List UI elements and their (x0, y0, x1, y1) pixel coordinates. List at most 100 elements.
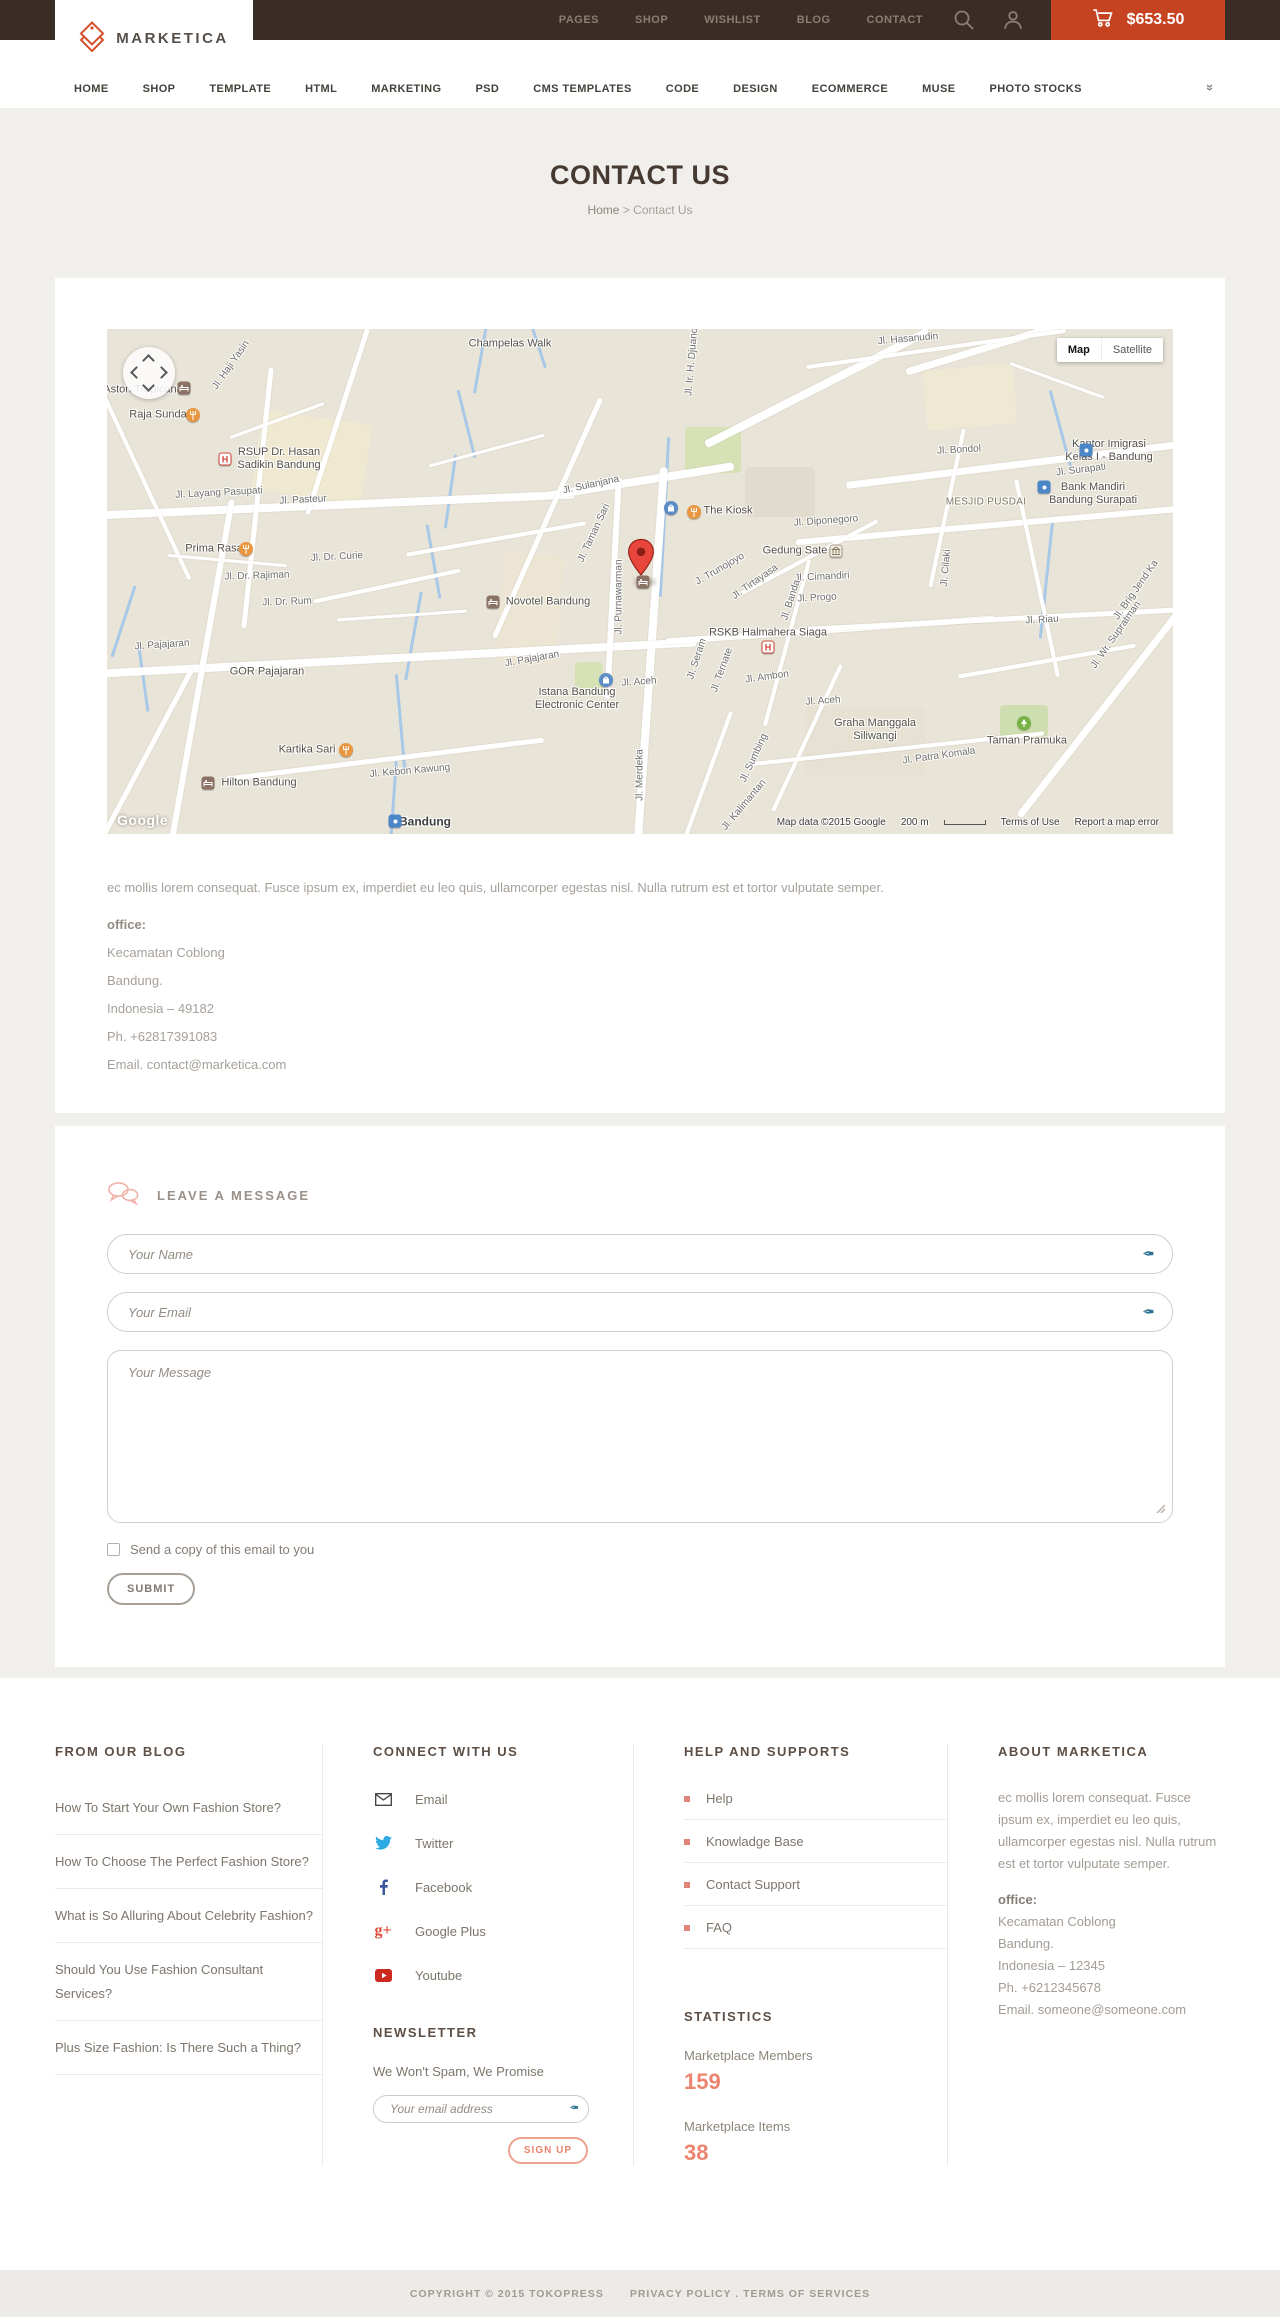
map-poi (186, 408, 200, 422)
policy-links[interactable]: PRIVACY POLICY . TERMS OF SERVICES (630, 2288, 870, 2300)
map-label: Prima Rasa (185, 543, 242, 556)
header-nav-item[interactable]: SHOP (635, 14, 668, 26)
map-road (428, 433, 546, 468)
header-nav-item[interactable]: CONTACT (867, 14, 923, 26)
about-address-line: Indonesia – 12345 (998, 1958, 1105, 1973)
category-nav-item[interactable]: DESIGN (733, 83, 778, 95)
category-nav-item[interactable]: CMS TEMPLATES (533, 83, 632, 95)
restaurant-poi-icon (186, 408, 200, 422)
map-type-satellite-button[interactable]: Satellite (1100, 338, 1163, 362)
category-nav-item[interactable]: PHOTO STOCKS (989, 83, 1081, 95)
account-icon[interactable] (1003, 10, 1023, 30)
office-address-line: Indonesia – 49182 (107, 1001, 214, 1016)
category-nav-item[interactable]: ECOMMERCE (812, 83, 888, 95)
map-pin-icon[interactable] (627, 538, 655, 589)
search-icon[interactable] (953, 9, 975, 31)
map-scale-bar (943, 820, 986, 825)
pan-down-icon[interactable] (142, 379, 155, 392)
terms-of-use-link[interactable]: Terms of Use (1001, 817, 1060, 828)
map-road (1014, 478, 1060, 678)
more-categories-chevron-icon[interactable]: » (1203, 84, 1218, 91)
send-copy-checkbox[interactable] (107, 1543, 120, 1556)
map-label: Kantor Imigrasi Kelas I - Bandung (1065, 438, 1152, 464)
map-label: Jl. Purnawarman (613, 559, 626, 634)
email-icon (373, 1792, 393, 1806)
map-type-map-button[interactable]: Map (1056, 338, 1101, 362)
brand-logo[interactable]: MARKETICA (55, 0, 253, 77)
map-road (703, 329, 931, 449)
about-address-line: Bandung. (998, 1936, 1054, 1951)
report-map-error-link[interactable]: Report a map error (1075, 817, 1159, 828)
map-river (425, 524, 442, 599)
pan-left-icon[interactable] (130, 366, 143, 379)
breadcrumb-home[interactable]: Home (587, 203, 619, 217)
social-link-youtube[interactable]: Youtube (373, 1965, 633, 1985)
social-link-label: Email (415, 1791, 448, 1807)
category-nav-item[interactable]: MARKETING (371, 83, 441, 95)
city-poi-icon (1079, 443, 1093, 457)
pan-right-icon[interactable] (155, 366, 168, 379)
signup-button[interactable]: SIGN UP (507, 2137, 588, 2164)
category-nav-item[interactable]: MUSE (922, 83, 955, 95)
help-link-label: Help (706, 1791, 733, 1806)
blog-post-link[interactable]: Plus Size Fashion: Is There Such a Thing… (55, 2021, 322, 2075)
office-address-line: Email. contact@marketica.com (107, 1057, 287, 1072)
map-label: Jl. Aceh (805, 693, 841, 708)
map-label: Jl. Ternate (708, 646, 736, 694)
cart-total: $653.50 (1126, 11, 1185, 28)
map-label: Jl. Bondol (937, 442, 982, 457)
blog-post-link[interactable]: How To Start Your Own Fashion Store? (55, 1781, 322, 1835)
email-input[interactable] (107, 1292, 1173, 1332)
map-label-line: Jl. Ternate (708, 646, 736, 694)
map-poi (201, 776, 215, 790)
header-nav-item[interactable]: BLOG (797, 14, 831, 26)
header-nav-item[interactable]: PAGES (559, 14, 599, 26)
help-link[interactable]: Contact Support (684, 1863, 947, 1906)
map-poi (1037, 480, 1051, 494)
google-map[interactable]: Map Satellite Google Map data ©2015 Goog… (107, 329, 1173, 834)
resize-handle-icon[interactable] (1155, 1500, 1166, 1518)
social-link-email[interactable]: Email (373, 1789, 633, 1809)
map-poi (177, 381, 191, 395)
map-label: Jl. Dr. Curie (311, 549, 364, 565)
social-link-twitter[interactable]: Twitter (373, 1833, 633, 1853)
cart-button[interactable]: $653.50 (1051, 0, 1225, 40)
message-textarea[interactable] (107, 1350, 1173, 1523)
blog-post-link[interactable]: How To Choose The Perfect Fashion Store? (55, 1835, 322, 1889)
map-label-line: Kantor Imigrasi (1072, 438, 1146, 450)
category-nav-item[interactable]: TEMPLATE (209, 83, 271, 95)
map-label-line: Jl. Sumbing (737, 731, 771, 785)
map-label: Jl. Tirtayasa (729, 561, 780, 602)
help-link[interactable]: Knowladge Base (684, 1820, 947, 1863)
category-nav-item[interactable]: CODE (666, 83, 699, 95)
newsletter-tagline: We Won't Spam, We Promise (373, 2064, 544, 2079)
map-label: Taman Pramuka (987, 735, 1067, 748)
map-poi (687, 505, 701, 519)
bullet-icon (684, 1795, 690, 1802)
help-link[interactable]: FAQ (684, 1906, 947, 1949)
category-nav-item[interactable]: HTML (305, 83, 337, 95)
blog-post-link[interactable]: What is So Alluring About Celebrity Fash… (55, 1889, 322, 1943)
map-label-line: Jl. Dr. Curie (310, 550, 364, 564)
social-link-gplus[interactable]: g+ Google Plus (373, 1921, 633, 1941)
name-input[interactable] (107, 1234, 1173, 1274)
submit-button[interactable]: SUBMIT (107, 1573, 196, 1605)
map-label-line: Jl. Haji Yasin (210, 338, 252, 392)
social-link-facebook[interactable]: Facebook (373, 1877, 633, 1897)
map-poi (388, 814, 402, 828)
map-pan-control[interactable] (123, 347, 175, 399)
category-nav-item[interactable]: PSD (475, 83, 499, 95)
map-label-line: Jl. Ir. H. Djuanda (683, 329, 701, 397)
form-heading: LEAVE A MESSAGE (157, 1188, 311, 1203)
pan-up-icon[interactable] (142, 354, 155, 367)
header-nav-item[interactable]: WISHLIST (704, 14, 761, 26)
newsletter-email-input[interactable] (373, 2095, 589, 2123)
help-link[interactable]: Help (684, 1777, 947, 1820)
map-road (337, 609, 467, 622)
hotel-poi-icon (177, 381, 191, 395)
blog-post-link[interactable]: Should You Use Fashion Consultant Servic… (55, 1943, 322, 2021)
category-nav-item[interactable]: HOME (74, 83, 109, 95)
category-nav-item[interactable]: SHOP (143, 83, 176, 95)
map-label: Jl. Dr. Rajiman (224, 568, 289, 583)
gplus-icon: g+ (374, 1922, 392, 1939)
